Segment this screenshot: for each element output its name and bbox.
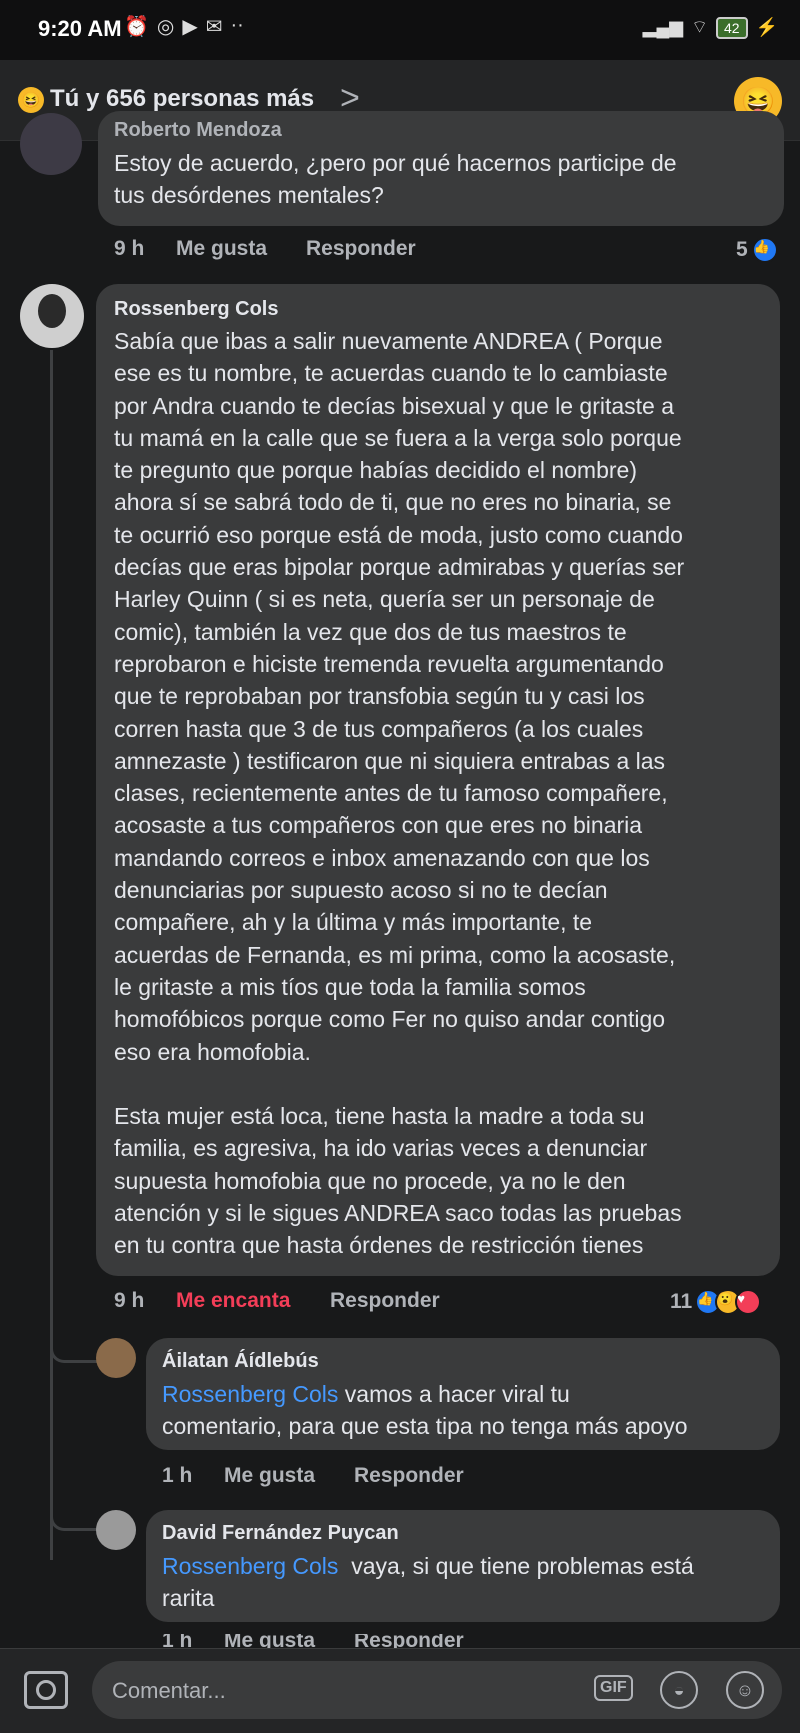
avatar[interactable] [20, 113, 82, 175]
status-right: ▂▄▆ ⌔ 42 ⚡ [643, 16, 778, 39]
like-button[interactable]: Me gusta [224, 1634, 354, 1648]
avatar[interactable] [96, 1510, 136, 1550]
signal-icon: ▂▄▆ [642, 17, 684, 37]
comment-text: Rossenberg Cols vamos a hacer viral tu c… [162, 1378, 688, 1443]
reply-connector [50, 1508, 99, 1531]
more-notifications-icon: ·· [230, 14, 244, 36]
status-notification-icons: ⏰ ◎ ▶ ✉ ·· [124, 14, 244, 39]
charging-icon: ⚡ [755, 17, 778, 37]
love-reaction-icon: ♥ [735, 1289, 762, 1315]
reaction-summary[interactable]: 11 👍 😮 ♥ [670, 1289, 762, 1315]
reply-button[interactable]: Responder [354, 1464, 464, 1488]
like-button[interactable]: Me gusta [176, 237, 306, 261]
youtube-icon: ▶ [182, 16, 198, 38]
reaction-summary[interactable]: 5 👍 [736, 237, 778, 263]
reply-button[interactable]: Responder [354, 1634, 464, 1648]
reply-button[interactable]: Responder [306, 237, 416, 261]
thread-line [50, 350, 53, 1560]
comment-author[interactable]: Rossenberg Cols [114, 298, 278, 321]
comment-text: Sabía que ibas a salir nuevamente ANDREA… [114, 328, 685, 1259]
comment-bubble[interactable]: Roberto Mendoza Estoy de acuerdo, ¿pero … [98, 111, 784, 226]
whatsapp-icon: ◎ [156, 16, 175, 38]
alarm-icon: ⏰ [124, 16, 149, 38]
comment-author[interactable]: Roberto Mendoza [114, 119, 282, 142]
camera-icon[interactable] [24, 1671, 68, 1709]
comment-actions: 1 h Me gusta Responder [162, 1464, 464, 1488]
avatar[interactable] [96, 1338, 136, 1378]
battery-icon: 42 [716, 16, 748, 39]
comment-input-wrapper[interactable]: GIF ◒ ☺ [92, 1661, 782, 1719]
comment-time: 9 h [114, 237, 145, 260]
like-button[interactable]: Me gusta [224, 1464, 354, 1488]
emoji-icon[interactable]: ☺ [726, 1671, 764, 1709]
comment-actions: 9 h Me gusta Responder [114, 237, 416, 261]
comment-author[interactable]: Áilatan Áídlebús [162, 1350, 319, 1373]
avatar[interactable] [20, 284, 84, 348]
reaction-count: 5 [736, 238, 748, 261]
reaction-count: 11 [670, 1290, 693, 1313]
comment-author[interactable]: David Fernández Puycan [162, 1522, 399, 1545]
comment-text: Estoy de acuerdo, ¿pero por qué hacernos… [114, 150, 677, 209]
gif-icon[interactable]: GIF [594, 1675, 633, 1701]
reply-connector [50, 1340, 99, 1363]
comment-actions: 9 h Me encanta Responder [114, 1289, 440, 1313]
comment-time: 1 h [162, 1464, 193, 1487]
comment-bubble[interactable]: David Fernández Puycan Rossenberg Cols v… [146, 1510, 780, 1622]
comment-time: 1 h [162, 1634, 193, 1648]
comment-input[interactable] [110, 1673, 534, 1709]
wifi-icon: ⌔ [691, 17, 708, 37]
gmail-icon: ✉ [205, 16, 223, 38]
haha-reaction-icon: 😆 [18, 87, 44, 113]
sticker-icon[interactable]: ◒ [660, 1671, 698, 1709]
comment-bubble[interactable]: Rossenberg Cols Sabía que ibas a salir n… [96, 284, 780, 1276]
love-button[interactable]: Me encanta [176, 1289, 330, 1313]
reactions-summary[interactable]: Tú y 656 personas más [50, 85, 314, 113]
reply-button[interactable]: Responder [330, 1289, 440, 1313]
comment-time: 9 h [114, 1289, 145, 1312]
comment-bubble[interactable]: Áilatan Áídlebús Rossenberg Cols vamos a… [146, 1338, 780, 1450]
mention-link[interactable]: Rossenberg Cols [162, 1553, 338, 1579]
comment-composer: GIF ◒ ☺ [0, 1648, 800, 1733]
mention-link[interactable]: Rossenberg Cols [162, 1381, 338, 1407]
status-bar: 9:20 AM ⏰ ◎ ▶ ✉ ·· ▂▄▆ ⌔ 42 ⚡ [0, 0, 800, 60]
comment-roberto: Roberto Mendoza Estoy de acuerdo, ¿pero … [0, 111, 800, 271]
like-reaction-icon: 👍 [751, 237, 778, 263]
comment-actions: 1 h Me gusta Responder [162, 1634, 464, 1648]
comment-text: Rossenberg Cols vaya, si que tiene probl… [162, 1550, 694, 1615]
status-time: 9:20 AM [38, 16, 122, 41]
